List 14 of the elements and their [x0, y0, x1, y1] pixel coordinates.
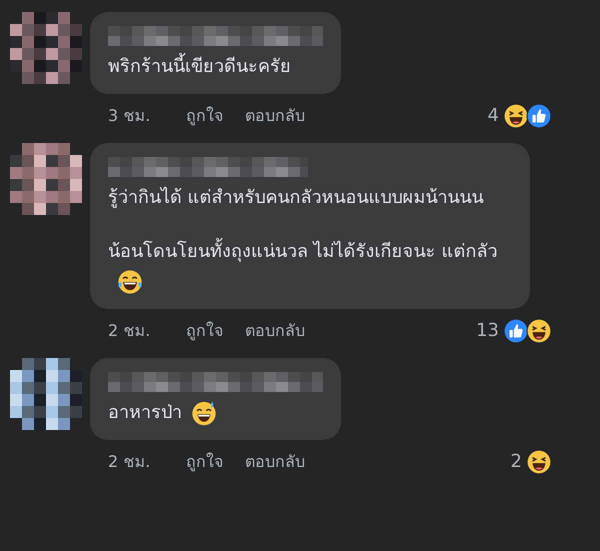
- reaction-count: 13: [476, 319, 499, 343]
- comment-text: รู้ว่ากินได้ แต่สำหรับคนกลัวหนอนแบบผมน้านนน: [108, 187, 484, 208]
- like-link[interactable]: ถูกใจ: [186, 450, 223, 474]
- reply-link[interactable]: ตอบกลับ: [245, 450, 305, 474]
- reaction-count: 2: [510, 450, 522, 474]
- reply-link[interactable]: ตอบกลับ: [245, 318, 305, 342]
- timestamp: 3 ชม.: [108, 104, 152, 126]
- timestamp: 2 ชม.: [108, 450, 152, 472]
- reaction-count: 4: [488, 104, 499, 128]
- timestamp: 2 ชม.: [108, 320, 152, 342]
- like-link[interactable]: ถูกใจ: [186, 318, 223, 342]
- comment-text: อาหารป่า: [108, 402, 182, 423]
- reply-link[interactable]: ตอบกลับ: [245, 104, 305, 128]
- like-link[interactable]: ถูกใจ: [186, 104, 223, 128]
